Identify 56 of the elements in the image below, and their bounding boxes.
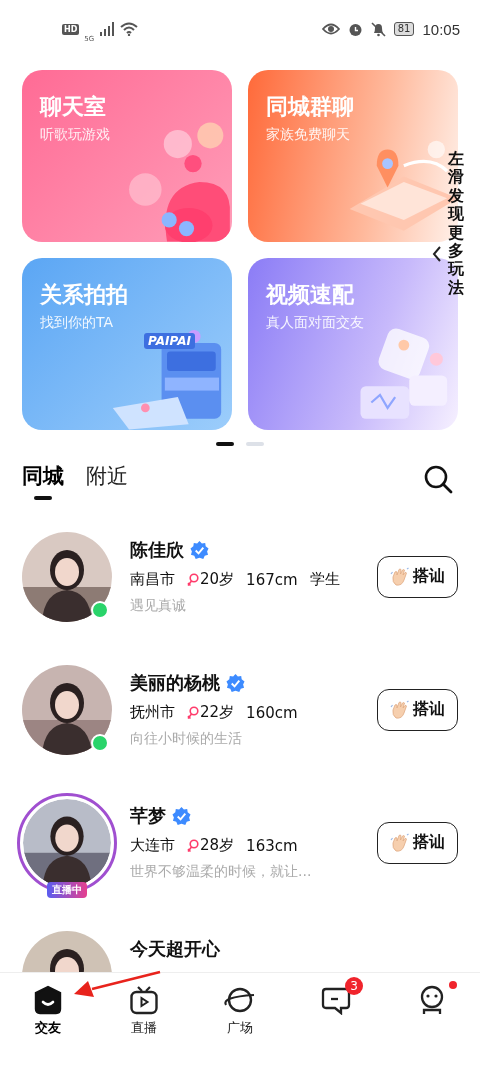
card-title: 同城群聊 [266, 93, 354, 121]
battery-icon: 81 [393, 22, 415, 36]
search-icon[interactable] [423, 464, 453, 494]
user-age: 28岁 [200, 836, 235, 855]
user-bio: 世界不够温柔的时候，就让... [130, 863, 313, 881]
user-bio: 向往小时候的生活 [130, 730, 243, 748]
clock-time: 10:05 [422, 20, 460, 38]
greet-button[interactable]: 搭讪 [377, 821, 458, 864]
female-icon [187, 572, 199, 587]
waving-hand-icon [390, 699, 410, 720]
nav-tab[interactable]: 3 [288, 975, 384, 1045]
card-subtitle: 听歌玩游戏 [40, 126, 110, 144]
greet-button[interactable]: 搭讪 [377, 555, 458, 598]
user-bio: 遇见真诚 [130, 597, 187, 615]
user-age: 22岁 [200, 703, 235, 722]
smile-house-icon [33, 985, 63, 1015]
tv-play-icon [129, 985, 159, 1015]
card-title: 视频速配 [266, 281, 354, 309]
user-name: 陈佳欣 [130, 538, 184, 562]
muted-bell-icon [370, 21, 386, 37]
card-subtitle: 家族免费聊天 [266, 126, 350, 144]
waving-hand-icon [390, 566, 410, 587]
nav-tab[interactable]: 广场 [192, 975, 288, 1045]
eye-icon [321, 23, 340, 35]
user-city: 大连市 [130, 836, 175, 855]
user-occupation: 学生 [309, 570, 340, 589]
user-city: 抚州市 [130, 703, 175, 722]
nav-tab[interactable]: 交友 [0, 975, 96, 1045]
tab[interactable]: 同城 [22, 456, 64, 502]
wifi-icon [120, 22, 139, 36]
unread-count-badge: 3 [345, 977, 363, 995]
card-title: 关系拍拍 [40, 281, 128, 309]
chevron-left-icon [432, 245, 442, 262]
user-height: 163cm [246, 836, 298, 855]
card-title: 聊天室 [40, 93, 106, 121]
female-icon [187, 838, 199, 853]
user-city: 南昌市 [130, 570, 175, 589]
waving-hand-icon [390, 832, 410, 853]
message-icon [321, 985, 351, 1015]
greet-button[interactable]: 搭讪 [377, 688, 458, 731]
signal-icon [99, 22, 116, 36]
card-subtitle: 真人面对面交友 [266, 314, 364, 332]
female-icon [187, 705, 199, 720]
user-height: 167cm [246, 570, 298, 589]
nav-tab[interactable]: 直播 [96, 975, 192, 1045]
user-age: 20岁 [200, 570, 235, 589]
hd-badge: HD [62, 23, 80, 35]
tab[interactable]: 附近 [86, 456, 128, 502]
card-subtitle: 找到你的TA [40, 314, 114, 332]
feature-card[interactable]: PAIPAI 关系拍拍 找到你的TA [22, 258, 232, 430]
user-name: 今天超开心 [130, 937, 220, 961]
machine-label: PAIPAI [144, 333, 195, 349]
user-name: 美丽的杨桃 [130, 671, 220, 695]
user-name: 芊梦 [130, 804, 166, 828]
planet-icon [223, 985, 257, 1015]
user-height: 160cm [246, 703, 298, 722]
